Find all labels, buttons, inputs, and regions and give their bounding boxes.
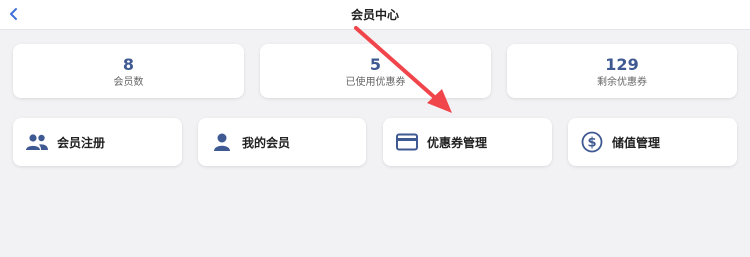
top-bar: 会员中心: [0, 0, 750, 30]
coupon-management-button[interactable]: 优惠券管理: [383, 118, 552, 166]
stat-label: 会员数: [113, 77, 144, 88]
stat-value: 129: [605, 55, 639, 74]
action-label: 优惠券管理: [427, 135, 488, 150]
dollar-circle-icon: $: [580, 130, 604, 154]
stat-value: 5: [369, 55, 382, 74]
stored-value-management-button[interactable]: $ 储值管理: [568, 118, 737, 166]
action-label: 我的会员: [242, 135, 291, 150]
stat-label: 剩余优惠券: [597, 77, 647, 88]
people-icon: [25, 130, 49, 154]
stat-label: 已使用优惠券: [345, 77, 406, 88]
person-icon: [210, 130, 234, 154]
action-label: 会员注册: [57, 135, 106, 150]
credit-card-icon: [395, 130, 419, 154]
my-members-button[interactable]: 我的会员: [198, 118, 366, 166]
stat-card-used-coupons: 5 已使用优惠券: [260, 44, 491, 98]
member-register-button[interactable]: 会员注册: [13, 118, 182, 166]
svg-text:$: $: [587, 136, 596, 151]
stat-value: 8: [122, 55, 135, 74]
action-label: 储值管理: [612, 135, 661, 150]
stat-card-remaining-coupons: 129 剩余优惠券: [507, 44, 737, 98]
stat-card-members: 8 会员数: [13, 44, 244, 98]
page-title: 会员中心: [350, 8, 399, 22]
